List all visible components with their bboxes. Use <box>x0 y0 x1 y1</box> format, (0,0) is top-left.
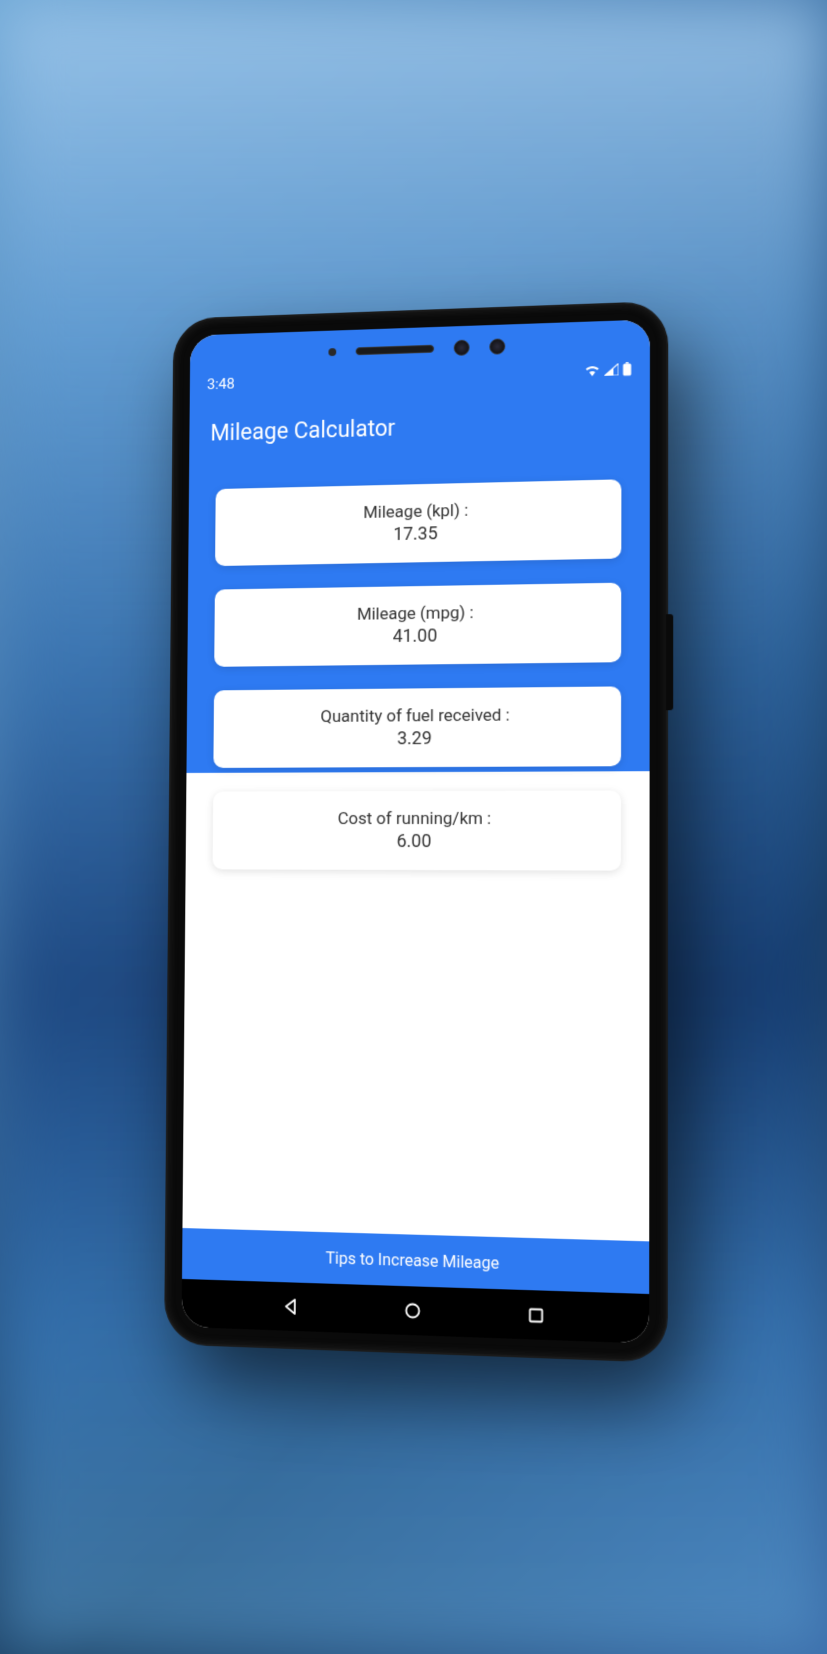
wifi-icon <box>584 364 600 380</box>
mileage-mpg-value: 41.00 <box>233 623 600 649</box>
phone-screen: 3:48 <box>181 319 649 1343</box>
mileage-kpl-label: Mileage (kpl) : <box>234 498 601 526</box>
phone-frame: 3:48 <box>165 303 665 1361</box>
mileage-mpg-label: Mileage (mpg) : <box>233 601 600 626</box>
signal-icon <box>604 363 618 379</box>
content-area: Mileage (kpl) : 17.35 Mileage (mpg) : 41… <box>182 459 649 1242</box>
recent-apps-icon[interactable] <box>528 1307 543 1323</box>
home-icon[interactable] <box>405 1302 421 1319</box>
results-container: Mileage (kpl) : 17.35 Mileage (mpg) : 41… <box>185 459 649 892</box>
cost-per-km-label: Cost of running/km : <box>232 809 600 829</box>
mileage-mpg-card: Mileage (mpg) : 41.00 <box>214 583 621 667</box>
cost-per-km-value: 6.00 <box>231 831 600 852</box>
front-camera-2 <box>489 338 505 354</box>
phone-speaker <box>355 345 433 355</box>
front-camera <box>453 340 469 356</box>
fuel-quantity-label: Quantity of fuel received : <box>232 705 600 728</box>
status-time: 3:48 <box>206 375 234 393</box>
cost-per-km-card: Cost of running/km : 6.00 <box>212 791 620 871</box>
fuel-quantity-value: 3.29 <box>232 727 600 750</box>
app-header: Mileage Calculator <box>189 389 650 470</box>
tips-button-label: Tips to Increase Mileage <box>325 1248 499 1273</box>
fuel-quantity-card: Quantity of fuel received : 3.29 <box>213 686 621 768</box>
page-title: Mileage Calculator <box>210 408 627 446</box>
phone-mockup: 3:48 <box>165 303 665 1361</box>
back-icon[interactable] <box>282 1297 300 1316</box>
sensor-dot <box>328 348 336 356</box>
mileage-kpl-card: Mileage (kpl) : 17.35 <box>215 479 621 566</box>
phone-power-button <box>666 614 673 710</box>
battery-icon <box>622 362 631 380</box>
status-icons <box>584 362 631 381</box>
